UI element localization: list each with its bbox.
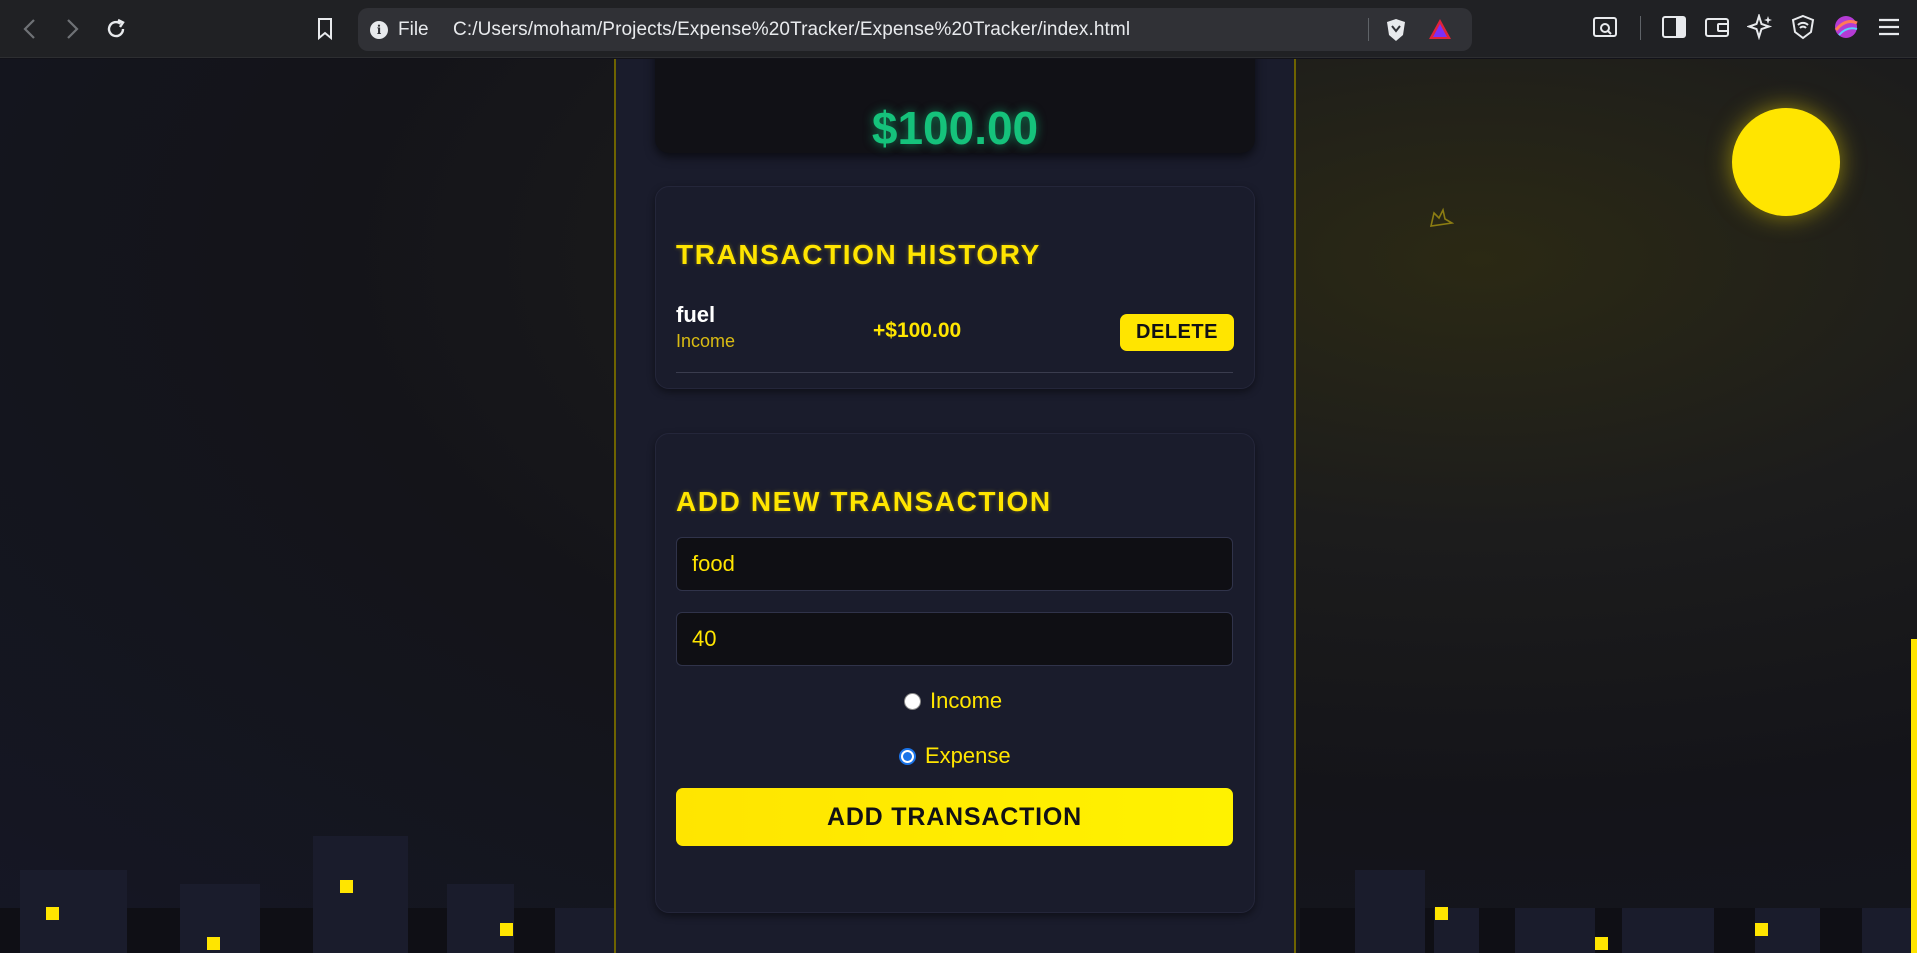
menu-icon[interactable] — [1876, 14, 1902, 45]
income-radio-label[interactable]: Income — [930, 688, 1002, 714]
transaction-name: fuel — [676, 302, 716, 327]
bookmark-icon[interactable] — [309, 13, 341, 45]
expense-radio[interactable] — [899, 747, 916, 765]
window-light — [500, 923, 513, 936]
building — [180, 884, 260, 953]
building — [1515, 908, 1595, 953]
building — [1862, 908, 1911, 953]
add-transaction-section: ADD NEW TRANSACTION Income Expense ADD T… — [655, 433, 1255, 913]
building — [313, 836, 408, 953]
building — [1622, 908, 1714, 953]
window-light — [207, 937, 220, 950]
url-divider — [1368, 18, 1369, 41]
building — [20, 870, 127, 953]
amount-input[interactable] — [676, 612, 1233, 666]
brave-rewards-icon[interactable] — [1428, 18, 1452, 45]
info-icon[interactable]: i — [370, 21, 388, 39]
page-search-icon[interactable] — [1592, 14, 1618, 45]
history-title: TRANSACTION HISTORY — [676, 239, 1041, 270]
transaction-type: Income — [676, 331, 736, 351]
url-scheme-label: File — [398, 19, 429, 40]
income-radio[interactable] — [904, 692, 921, 710]
expense-radio-option[interactable]: Expense — [899, 743, 1011, 769]
forward-icon[interactable] — [56, 13, 88, 45]
window-light — [1595, 937, 1608, 950]
add-transaction-button[interactable]: ADD TRANSACTION — [676, 788, 1233, 846]
address-bar[interactable]: i File C:/Users/moham/Projects/Expense%2… — [358, 8, 1472, 51]
balance-panel: $100.00 — [655, 59, 1255, 154]
window-light — [46, 907, 59, 920]
page-viewport: $100.00 TRANSACTION HISTORY fuel Income … — [0, 59, 1917, 953]
reload-icon[interactable] — [100, 13, 132, 45]
balance-amount: $100.00 — [871, 102, 1039, 154]
delete-button[interactable]: DELETE — [1120, 314, 1234, 351]
toolbar-divider — [1640, 16, 1641, 40]
scrollbar-thumb[interactable] — [1911, 639, 1917, 953]
moon-decoration — [1732, 108, 1840, 216]
window-light — [1435, 907, 1448, 920]
building — [1355, 870, 1425, 953]
expense-radio-label[interactable]: Expense — [925, 743, 1011, 769]
window-light — [1755, 923, 1768, 936]
building — [555, 908, 615, 953]
sidebar-icon[interactable] — [1661, 14, 1687, 45]
browser-toolbar: i File C:/Users/moham/Projects/Expense%2… — [0, 0, 1917, 58]
leo-ai-icon[interactable] — [1745, 12, 1773, 45]
transaction-divider — [676, 372, 1233, 373]
transaction-amount: +$100.00 — [873, 319, 962, 342]
income-radio-option[interactable]: Income — [904, 688, 1002, 714]
brave-shields-icon[interactable] — [1385, 18, 1407, 47]
description-input[interactable] — [676, 537, 1233, 591]
add-transaction-title: ADD NEW TRANSACTION — [676, 486, 1052, 517]
star-icon — [1428, 207, 1455, 234]
profile-avatar-icon[interactable] — [1833, 14, 1859, 45]
back-icon[interactable] — [14, 13, 46, 45]
transaction-history-section: TRANSACTION HISTORY fuel Income +$100.00… — [655, 186, 1255, 389]
window-light — [340, 880, 353, 893]
building — [447, 884, 514, 953]
url-text[interactable]: C:/Users/moham/Projects/Expense%20Tracke… — [453, 19, 1130, 41]
wallet-icon[interactable] — [1704, 14, 1730, 45]
vpn-icon[interactable] — [1790, 14, 1816, 45]
